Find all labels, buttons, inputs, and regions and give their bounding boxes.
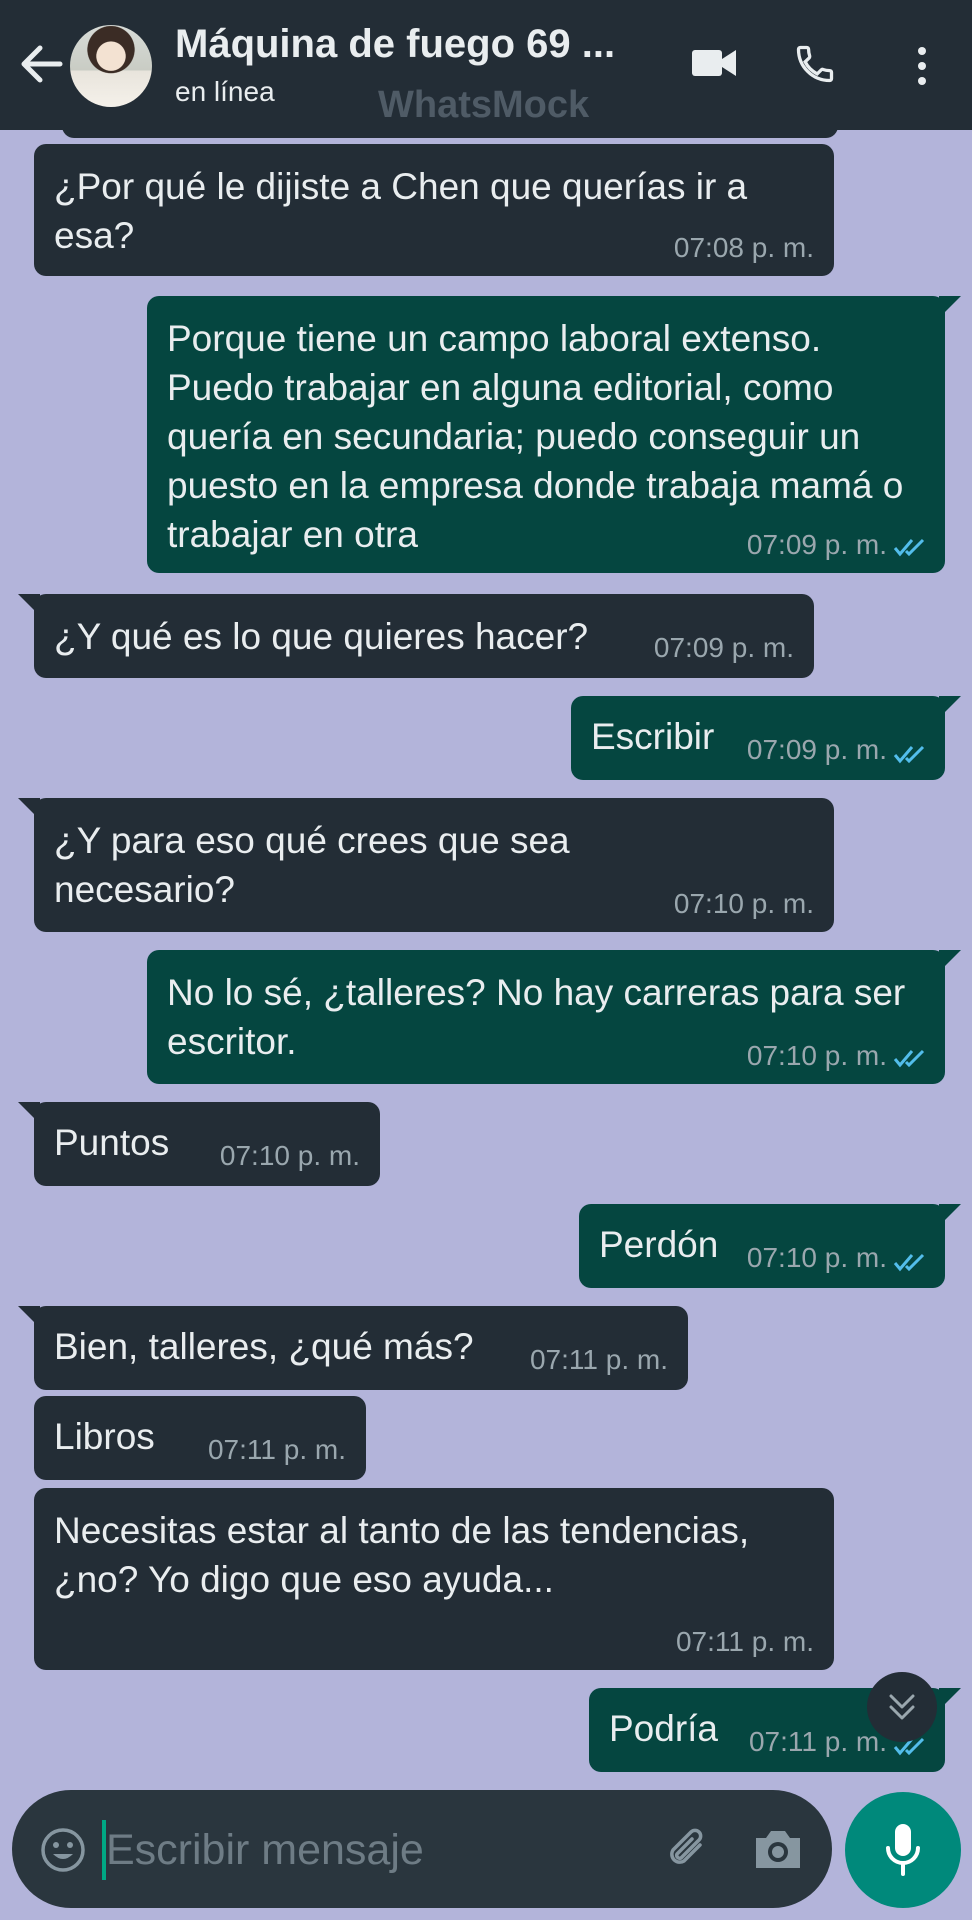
message-time: 07:08 p. m. xyxy=(673,232,814,263)
contact-name[interactable]: Máquina de fuego 69 ... xyxy=(175,22,645,67)
message-time: 07:11 p. m. xyxy=(675,1626,814,1657)
voice-message-button[interactable] xyxy=(845,1792,961,1908)
message-outgoing[interactable]: Porque tiene un campo laboral extenso. P… xyxy=(147,296,961,573)
message-outgoing[interactable]: Escribir 07:09 p. m. xyxy=(571,696,961,780)
message-incoming[interactable]: Libros 07:11 p. m. xyxy=(34,1396,366,1480)
more-options-icon[interactable] xyxy=(908,44,936,88)
camera-icon[interactable] xyxy=(752,1826,804,1872)
read-ticks-icon xyxy=(893,745,925,764)
bubble-tail xyxy=(18,594,40,616)
bubble-tail xyxy=(939,696,961,718)
message-incoming[interactable]: Puntos 07:10 p. m. xyxy=(18,1102,380,1186)
voice-call-icon[interactable] xyxy=(793,42,837,86)
chat-header: Máquina de fuego 69 ... en línea WhatsMo… xyxy=(0,0,972,130)
message-time: 07:10 p. m. xyxy=(746,1040,887,1071)
read-ticks-icon xyxy=(893,1049,925,1068)
paperclip-icon[interactable] xyxy=(662,1823,714,1875)
mic-icon xyxy=(886,1824,920,1876)
bubble-tail xyxy=(18,1102,40,1124)
message-composer xyxy=(12,1790,832,1908)
message-text: Porque tiene un campo laboral extenso. P… xyxy=(167,318,904,555)
message-outgoing[interactable]: No lo sé, ¿talleres? No hay carreras par… xyxy=(147,950,961,1084)
message-outgoing[interactable]: Perdón 07:10 p. m. xyxy=(579,1204,961,1288)
message-incoming[interactable]: ¿Y qué es lo que quieres hacer? 07:09 p.… xyxy=(18,594,814,678)
bubble-tail xyxy=(939,950,961,972)
message-time: 07:09 p. m. xyxy=(746,734,887,765)
message-time: 07:10 p. m. xyxy=(673,888,814,919)
double-chevron-down-icon xyxy=(889,1694,915,1720)
read-ticks-icon xyxy=(893,1253,925,1272)
bubble-tail xyxy=(939,296,961,318)
emoji-icon[interactable] xyxy=(39,1826,87,1874)
back-arrow-icon[interactable] xyxy=(16,40,68,88)
message-time: 07:11 p. m. xyxy=(207,1434,346,1465)
bubble-tail xyxy=(939,1688,961,1710)
message-text: ¿Por qué le dijiste a Chen que querías i… xyxy=(54,166,748,256)
app-watermark: WhatsMock xyxy=(378,84,590,126)
message-time: 07:10 p. m. xyxy=(219,1140,360,1171)
bubble-tail xyxy=(939,1204,961,1226)
message-incoming[interactable]: Necesitas estar al tanto de las tendenci… xyxy=(34,1488,834,1670)
message-time: 07:09 p. m. xyxy=(653,632,794,663)
video-call-icon[interactable] xyxy=(690,45,738,81)
message-time: 07:10 p. m. xyxy=(746,1242,887,1273)
message-incoming[interactable]: ¿Por qué le dijiste a Chen que querías i… xyxy=(34,144,834,276)
scroll-to-bottom-button[interactable] xyxy=(867,1672,937,1742)
contact-status: en línea xyxy=(175,76,275,107)
bubble-tail xyxy=(18,798,40,820)
message-time: 07:11 p. m. xyxy=(529,1344,668,1375)
message-text: Necesitas estar al tanto de las tendenci… xyxy=(54,1510,750,1600)
message-input[interactable] xyxy=(104,1814,628,1886)
bubble-tail xyxy=(18,1306,40,1328)
message-incoming[interactable]: ¿Y para eso qué crees que sea necesario?… xyxy=(18,798,834,932)
read-ticks-icon xyxy=(893,538,925,557)
message-time: 07:09 p. m. xyxy=(746,529,887,560)
contact-avatar[interactable] xyxy=(70,25,152,107)
message-incoming[interactable]: Bien, talleres, ¿qué más? 07:11 p. m. xyxy=(18,1306,688,1390)
message-text: ¿Y para eso qué crees que sea necesario? xyxy=(54,820,570,910)
